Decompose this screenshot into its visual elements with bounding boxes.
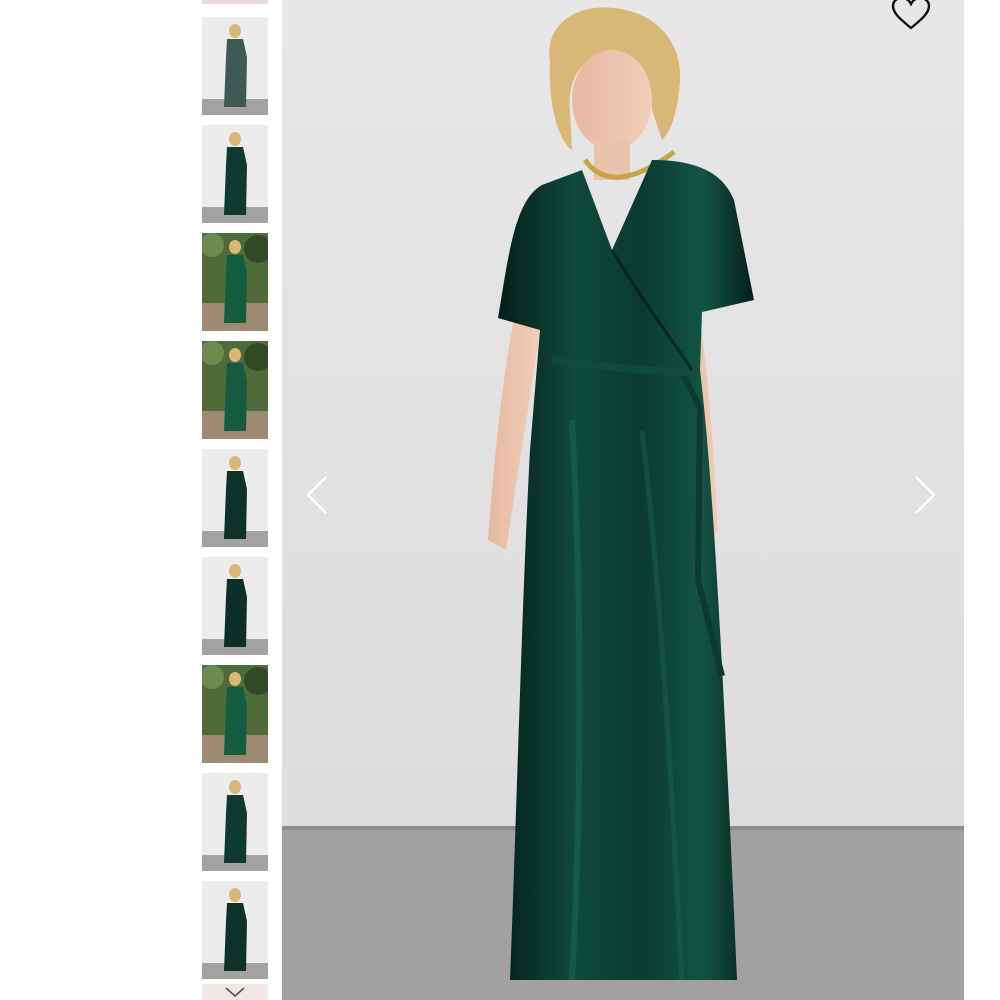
thumb-9[interactable] xyxy=(202,881,268,979)
thumb-7[interactable] xyxy=(202,665,268,763)
chevron-left-icon[interactable] xyxy=(304,473,330,517)
thumb-6[interactable] xyxy=(202,557,268,655)
page-right-margin xyxy=(964,0,1000,1000)
thumb-4[interactable] xyxy=(202,341,268,439)
heart-icon[interactable] xyxy=(890,0,932,32)
chevron-right-icon[interactable] xyxy=(912,473,938,517)
thumb-8[interactable] xyxy=(202,773,268,871)
chevron-down-icon[interactable] xyxy=(224,986,246,998)
thumbnail-partial-top[interactable] xyxy=(202,0,268,4)
thumb-2[interactable] xyxy=(202,125,268,223)
thumbnail-rail xyxy=(202,0,268,1000)
thumb-5[interactable] xyxy=(202,449,268,547)
main-product-image xyxy=(282,0,964,1000)
thumb-1[interactable] xyxy=(202,17,268,115)
thumb-3[interactable] xyxy=(202,233,268,331)
